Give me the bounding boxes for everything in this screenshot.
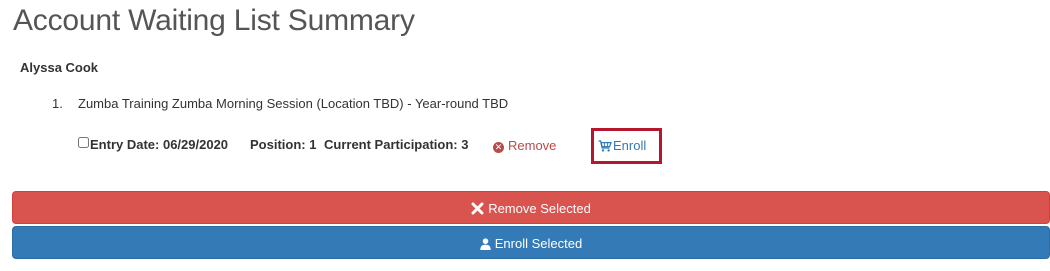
shopping-cart-icon [598,140,612,152]
entry-current-participation: Current Participation: 3 [324,137,469,152]
remove-link-label: Remove [508,138,557,153]
enroll-selected-button[interactable]: Enroll Selected [12,226,1050,259]
list-item-title: Zumba Training Zumba Morning Session (Lo… [78,96,509,111]
remove-selected-label: Remove Selected [488,201,591,216]
enroll-selected-label: Enroll Selected [494,236,583,251]
user-icon [480,238,491,250]
enroll-link-label: Enroll [613,138,647,153]
entry-select-checkbox[interactable] [78,137,89,148]
times-circle-icon: ✕ [493,142,504,153]
remove-selected-button[interactable]: Remove Selected [12,191,1050,224]
times-icon [471,202,484,215]
waiting-list-page: Account Waiting List Summary Alyssa Cook… [0,0,1050,271]
enroll-link[interactable]: Enroll [598,138,646,153]
account-name: Alyssa Cook [20,60,99,75]
list-item-number: 1. [52,96,63,111]
page-title: Account Waiting List Summary [13,4,415,37]
entry-date: Entry Date: 06/29/2020 [90,137,229,152]
entry-position: Position: 1 [250,137,317,152]
remove-link[interactable]: ✕ Remove [493,138,556,153]
